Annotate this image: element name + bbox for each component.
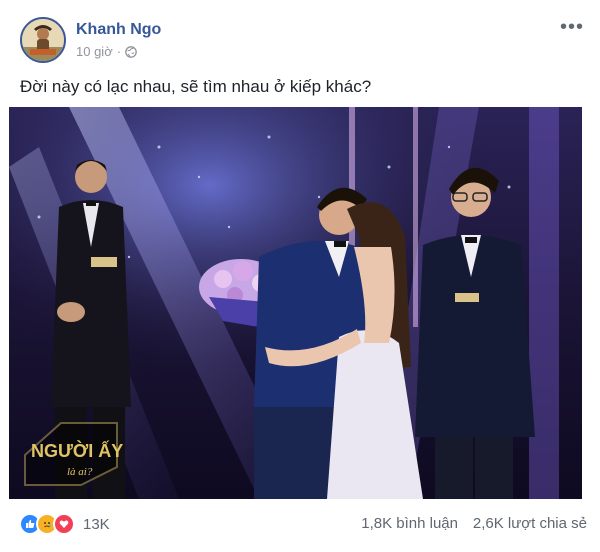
reaction-count[interactable]: 13K [83, 516, 110, 533]
globe-icon[interactable] [125, 45, 137, 58]
post-text: Đời này có lạc nhau, sẽ tìm nhau ở kiếp … [20, 77, 372, 96]
post-meta: 10 giờ · [76, 44, 137, 59]
author-name[interactable]: Khanh Ngo [76, 21, 161, 39]
post-photo[interactable]: NGƯỜI ẤY là ai? [9, 107, 582, 499]
post-time[interactable]: 10 giờ [76, 44, 113, 59]
meta-separator: · [116, 44, 122, 59]
author-avatar[interactable] [20, 17, 66, 63]
reactions-summary[interactable]: 13K [19, 513, 110, 535]
logo-sub-text: là ai? [67, 466, 93, 478]
shares-count[interactable]: 2,6K lượt chia sẻ [473, 515, 587, 532]
comments-count[interactable]: 1,8K bình luận [361, 515, 458, 532]
love-reaction-icon [53, 513, 75, 535]
stage-scene: NGƯỜI ẤY là ai? [9, 107, 582, 499]
avatar-image [22, 19, 64, 61]
post-card: Khanh Ngo 10 giờ · ••• Đời này có lạc nh… [0, 0, 600, 552]
post-footer: 13K 1,8K bình luận 2,6K lượt chia sẻ [0, 505, 600, 541]
logo-main-text: NGƯỜI ẤY [31, 440, 123, 461]
more-options-icon[interactable]: ••• [560, 16, 584, 39]
